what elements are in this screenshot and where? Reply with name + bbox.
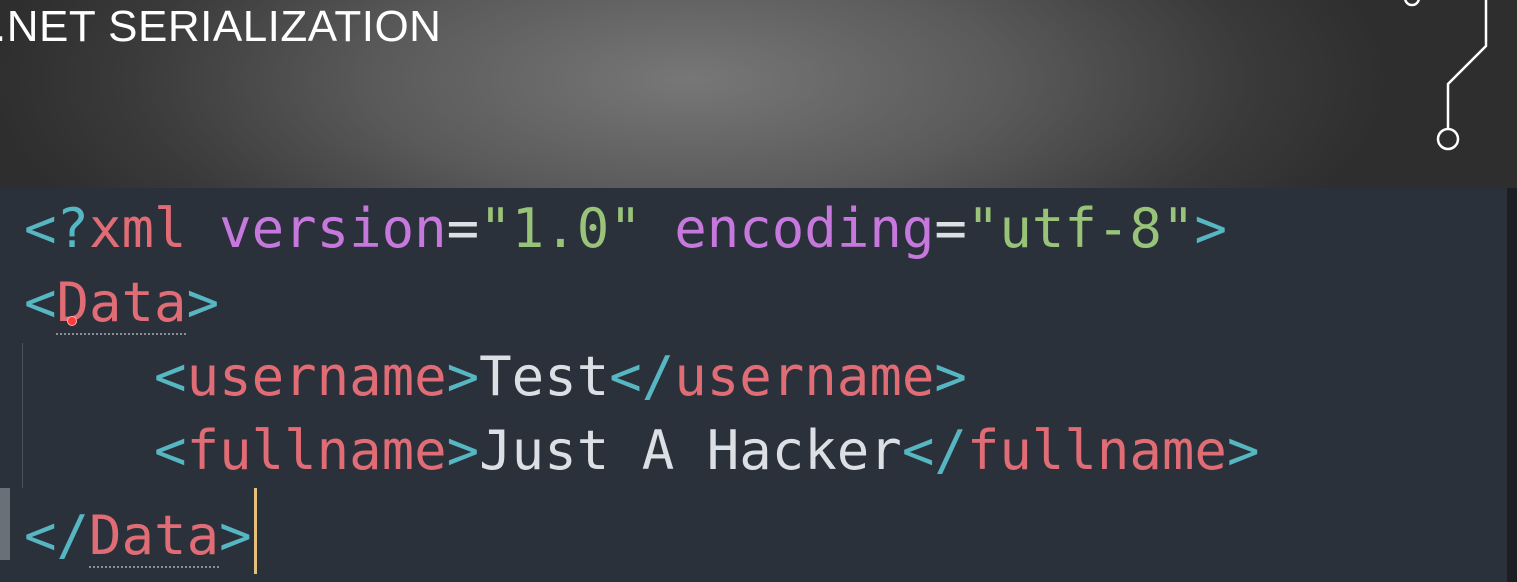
end-tag-open-bracket: </: [609, 345, 675, 408]
code-line-5[interactable]: </Data>: [24, 488, 1259, 574]
indent-guide: [22, 343, 23, 488]
editor-scrollbar[interactable]: [1507, 188, 1517, 582]
code-line-4[interactable]: <fullname>Just A Hacker</fullname>: [24, 414, 1259, 488]
tag-close-bracket: >: [1226, 419, 1260, 482]
tag-close-bracket: >: [934, 345, 967, 408]
tag-open-bracket: <: [154, 345, 187, 408]
tag-close-bracket: >: [446, 345, 480, 408]
presentation-slide: .NET SERIALIZATION <?xml version="1.0" e…: [0, 0, 1517, 582]
pi-open: <?: [24, 197, 90, 260]
xml-code-block[interactable]: <?xml version="1.0" encoding="utf-8"> <D…: [24, 192, 1259, 574]
code-line-1[interactable]: <?xml version="1.0" encoding="utf-8">: [24, 192, 1259, 266]
pi-close: >: [1194, 197, 1227, 260]
code-line-3[interactable]: <username>Test</username>: [24, 340, 1259, 414]
tag-close-bracket: >: [186, 271, 220, 334]
attr-encoding-value: "utf-8": [966, 197, 1195, 260]
fullname-value: Just A Hacker: [479, 419, 902, 482]
attr-encoding-name: encoding: [674, 197, 935, 260]
tag-close-bracket: >: [219, 504, 252, 567]
slide-header: .NET SERIALIZATION: [0, 0, 1517, 188]
end-tag-open-bracket: </: [24, 504, 90, 567]
breakpoint-dot-icon[interactable]: [68, 317, 76, 325]
tag-fullname-close: fullname: [966, 419, 1227, 482]
xml-keyword: xml: [89, 197, 187, 260]
code-editor[interactable]: <?xml version="1.0" encoding="utf-8"> <D…: [0, 188, 1517, 582]
attr-equals: =: [934, 197, 967, 260]
tag-username-open: username: [186, 345, 447, 408]
tag-data-close: Data: [89, 504, 220, 567]
circuit-line-decoration-icon: [1403, 0, 1488, 151]
tag-fullname-open: fullname: [186, 419, 447, 482]
tag-username-close: username: [674, 345, 935, 408]
attr-version-name: version: [219, 197, 447, 260]
end-tag-open-bracket: </: [901, 419, 967, 482]
current-line-gutter-marker: [0, 488, 10, 560]
attr-version-value: "1.0": [479, 197, 642, 260]
tag-close-bracket: >: [446, 419, 480, 482]
attr-equals: =: [446, 197, 480, 260]
text-cursor: [253, 488, 257, 574]
username-value: Test: [479, 345, 610, 408]
slide-title: .NET SERIALIZATION: [0, 2, 442, 51]
code-line-2[interactable]: <Data>: [24, 266, 1259, 340]
tag-open-bracket: <: [24, 271, 57, 334]
tag-open-bracket: <: [154, 419, 187, 482]
tag-data-open: Data: [56, 271, 187, 334]
